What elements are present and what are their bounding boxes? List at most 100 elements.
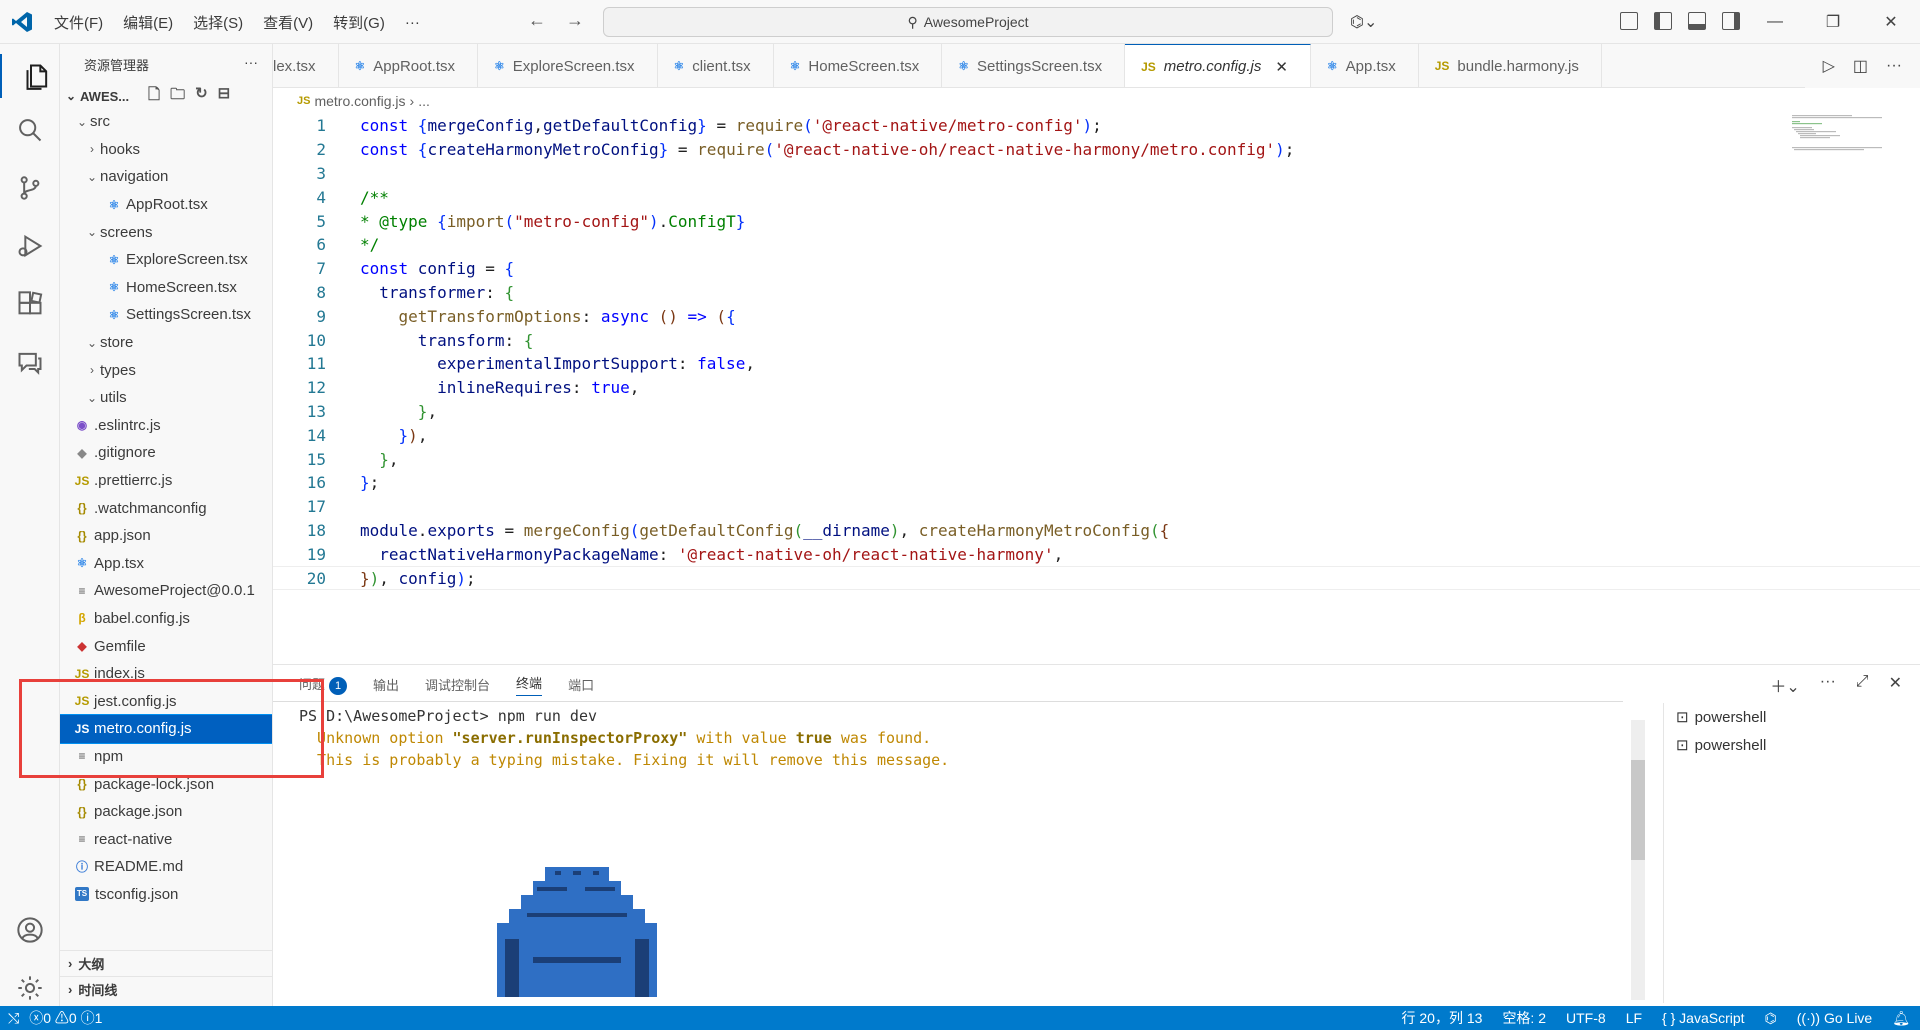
- explorer-more-icon[interactable]: ···: [244, 54, 258, 70]
- remote-icon[interactable]: ⤭: [8, 1010, 19, 1027]
- tree-item[interactable]: TS tsconfig.json: [60, 881, 272, 909]
- terminal-warning-line: This is probably a typing mistake. Fixin…: [299, 751, 950, 769]
- menu-edit[interactable]: 编辑(E): [113, 12, 183, 33]
- tree-item[interactable]: › types: [60, 356, 272, 384]
- menu-file[interactable]: 文件(F): [44, 12, 113, 33]
- problems-status[interactable]: ⓧ0 ⚠0 ⓘ1: [29, 1008, 102, 1028]
- forward-arrow-icon[interactable]: →: [566, 10, 584, 31]
- copilot-status-icon[interactable]: ⌬: [1765, 1010, 1777, 1027]
- tree-item[interactable]: ≡ react-native: [60, 825, 272, 853]
- tab-terminal[interactable]: 终端: [516, 673, 543, 696]
- minimap[interactable]: [1790, 114, 1900, 164]
- editor-tab[interactable]: ⚛ App.tsx: [1311, 44, 1419, 87]
- tree-item[interactable]: ◉ .eslintrc.js: [60, 412, 272, 440]
- breadcrumb-symbol[interactable]: ...: [418, 93, 430, 109]
- accounts-activity[interactable]: [14, 914, 46, 946]
- run-debug-activity[interactable]: [14, 230, 46, 262]
- timeline-section[interactable]: › 时间线: [60, 976, 272, 1002]
- close-window-icon[interactable]: ✕: [1862, 0, 1920, 44]
- editor-tab[interactable]: lex.tsx: [273, 44, 339, 87]
- tree-item[interactable]: ⌄ screens: [60, 218, 272, 246]
- minimize-icon[interactable]: —: [1746, 0, 1804, 44]
- close-panel-icon[interactable]: ✕: [1889, 673, 1902, 697]
- run-icon[interactable]: ▷: [1823, 56, 1835, 76]
- source-control-activity[interactable]: [14, 172, 46, 204]
- editor-tab[interactable]: ⚛ ExploreScreen.tsx: [478, 44, 658, 87]
- tab-ports[interactable]: 端口: [568, 675, 594, 694]
- tree-item[interactable]: ⚛ AppRoot.tsx: [60, 191, 272, 219]
- indentation[interactable]: 空格: 2: [1502, 1008, 1546, 1028]
- code-editor[interactable]: 1 const {mergeConfig,getDefaultConfig} = …: [273, 114, 1920, 664]
- tree-item[interactable]: β babel.config.js: [60, 605, 272, 633]
- menu-view[interactable]: 查看(V): [253, 12, 323, 33]
- tree-item[interactable]: ⌄ store: [60, 329, 272, 357]
- terminal-scrollbar[interactable]: [1631, 720, 1645, 1000]
- collapse-all-icon[interactable]: ⊟: [218, 84, 231, 109]
- tab-output[interactable]: 输出: [373, 675, 399, 694]
- terminal-instance[interactable]: ⊡ powershell: [1676, 731, 1766, 759]
- editor-tab[interactable]: JS metro.config.js ✕: [1125, 44, 1311, 87]
- new-file-icon[interactable]: 🗋: [148, 84, 160, 109]
- tree-item[interactable]: ◆ .gitignore: [60, 439, 272, 467]
- tree-item[interactable]: › hooks: [60, 136, 272, 164]
- new-terminal-icon[interactable]: ＋⌄: [1770, 673, 1799, 697]
- tree-item[interactable]: ⓘ README.md: [60, 853, 272, 881]
- toggle-panel-icon[interactable]: [1688, 12, 1706, 30]
- toggle-sidebar-icon[interactable]: [1654, 12, 1672, 30]
- code-token: }: [360, 568, 370, 588]
- back-arrow-icon[interactable]: ←: [528, 10, 546, 31]
- tree-item[interactable]: ⌄ utils: [60, 384, 272, 412]
- maximize-icon[interactable]: ❐: [1804, 0, 1862, 44]
- tree-item[interactable]: ⌄ navigation: [60, 163, 272, 191]
- extensions-activity[interactable]: [14, 288, 46, 320]
- editor-tab[interactable]: ⚛ SettingsScreen.tsx: [942, 44, 1126, 87]
- terminal-output[interactable]: PS D:\AwesomeProject> npm run dev Unknow…: [299, 707, 1669, 997]
- toggle-secondary-sidebar-icon[interactable]: [1722, 12, 1740, 30]
- tree-item[interactable]: ≡ AwesomeProject@0.0.1: [60, 577, 272, 605]
- new-folder-icon[interactable]: 🗀: [170, 84, 185, 109]
- tree-item[interactable]: JS .prettierrc.js: [60, 467, 272, 495]
- go-live[interactable]: ((·)) Go Live: [1797, 1010, 1872, 1026]
- outline-section[interactable]: › 大纲: [60, 950, 272, 976]
- tree-item[interactable]: {} package.json: [60, 798, 272, 826]
- tree-item[interactable]: ◆ Gemfile: [60, 632, 272, 660]
- customize-layout-icon[interactable]: [1620, 12, 1638, 30]
- remote-chat-activity[interactable]: [14, 346, 46, 378]
- search-activity[interactable]: [14, 114, 46, 146]
- line-ending[interactable]: LF: [1626, 1010, 1642, 1026]
- notifications-bell-icon[interactable]: 🔔︎: [1892, 1010, 1910, 1027]
- terminal-instance[interactable]: ⊡ powershell: [1676, 703, 1766, 731]
- terminal-scroll-thumb[interactable]: [1631, 760, 1645, 860]
- tree-item[interactable]: {} .watchmanconfig: [60, 494, 272, 522]
- tree-item[interactable]: {} app.json: [60, 522, 272, 550]
- menu-more[interactable]: ···: [395, 14, 430, 31]
- more-actions-icon[interactable]: ···: [1886, 57, 1902, 75]
- cursor-position[interactable]: 行 20，列 13: [1402, 1008, 1483, 1028]
- explorer-activity[interactable]: [0, 54, 60, 98]
- code-text: },: [326, 402, 437, 421]
- breadcrumb-file[interactable]: metro.config.js: [314, 93, 405, 109]
- refresh-icon[interactable]: ↻: [195, 84, 208, 109]
- split-editor-icon[interactable]: ◫: [1853, 56, 1868, 76]
- menu-selection[interactable]: 选择(S): [183, 12, 253, 33]
- editor-tab[interactable]: ⚛ AppRoot.tsx: [339, 44, 478, 87]
- tree-item[interactable]: ⚛ App.tsx: [60, 550, 272, 578]
- encoding[interactable]: UTF-8: [1566, 1010, 1606, 1026]
- language-mode[interactable]: { } JavaScript: [1662, 1010, 1745, 1026]
- maximize-panel-icon[interactable]: ⤢: [1856, 673, 1869, 697]
- editor-tab[interactable]: ⚛ client.tsx: [658, 44, 774, 87]
- tab-debug-console[interactable]: 调试控制台: [425, 675, 490, 694]
- editor-tab[interactable]: ⚛ HomeScreen.tsx: [774, 44, 943, 87]
- tree-item[interactable]: ⌄ src: [60, 108, 272, 136]
- close-tab-icon[interactable]: ✕: [1275, 58, 1288, 76]
- editor-tab[interactable]: JS bundle.harmony.js: [1419, 44, 1602, 87]
- copilot-icon[interactable]: ⌬⌄: [1350, 12, 1377, 32]
- settings-activity[interactable]: [14, 972, 46, 1004]
- command-center-search[interactable]: ⚲ AwesomeProject: [603, 7, 1333, 37]
- tree-item[interactable]: ⚛ ExploreScreen.tsx: [60, 246, 272, 274]
- tree-item[interactable]: ⚛ HomeScreen.tsx: [60, 274, 272, 302]
- menu-go[interactable]: 转到(G): [323, 12, 395, 33]
- tree-item[interactable]: ⚛ SettingsScreen.tsx: [60, 301, 272, 329]
- panel-more-icon[interactable]: ···: [1820, 673, 1836, 697]
- project-root[interactable]: ⌄ AWES... 🗋 🗀 ↻ ⊟: [60, 84, 272, 108]
